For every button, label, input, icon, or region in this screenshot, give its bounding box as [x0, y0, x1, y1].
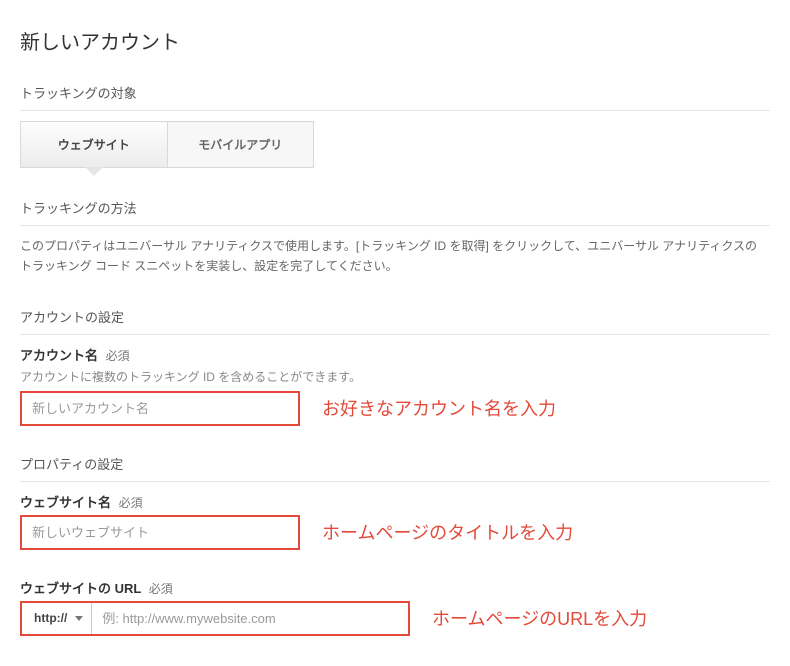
chevron-down-icon [75, 616, 83, 621]
website-url-annotation: ホームページのURLを入力 [432, 605, 647, 631]
tab-mobile-app[interactable]: モバイルアプリ [168, 122, 314, 167]
account-name-required: 必須 [106, 349, 130, 363]
website-name-label: ウェブサイト名 必須 [20, 492, 770, 511]
account-settings-label: アカウントの設定 [20, 307, 770, 335]
website-url-input[interactable] [92, 603, 408, 634]
website-url-field: ウェブサイトの URL 必須 http:// ホームページのURLを入力 [20, 578, 770, 636]
website-name-input[interactable] [22, 517, 298, 548]
account-name-input-highlight [20, 391, 300, 426]
account-name-label-text: アカウント名 [20, 348, 98, 363]
account-name-annotation: お好きなアカウント名を入力 [322, 395, 556, 421]
tracking-method-description: このプロパティはユニバーサル アナリティクスで使用します。[トラッキング ID … [20, 236, 760, 277]
tab-website[interactable]: ウェブサイト [21, 122, 168, 167]
website-name-input-highlight [20, 515, 300, 550]
account-name-label: アカウント名 必須 [20, 345, 770, 364]
tracking-target-label: トラッキングの対象 [20, 83, 770, 111]
account-name-field: アカウント名 必須 アカウントに複数のトラッキング ID を含めることができます… [20, 345, 770, 426]
website-name-required: 必須 [119, 496, 143, 510]
website-url-label-text: ウェブサイトの URL [20, 581, 141, 596]
website-name-label-text: ウェブサイト名 [20, 495, 111, 510]
website-url-input-highlight: http:// [20, 601, 410, 636]
property-settings-label: プロパティの設定 [20, 454, 770, 482]
url-scheme-value: http:// [34, 611, 67, 625]
tracking-target-tabs: ウェブサイト モバイルアプリ [20, 121, 314, 168]
website-name-annotation: ホームページのタイトルを入力 [322, 519, 573, 545]
page-title: 新しいアカウント [20, 26, 770, 55]
url-scheme-dropdown[interactable]: http:// [22, 603, 92, 634]
website-url-label: ウェブサイトの URL 必須 [20, 578, 770, 597]
account-name-input[interactable] [22, 393, 298, 424]
website-name-field: ウェブサイト名 必須 ホームページのタイトルを入力 [20, 492, 770, 550]
tracking-method-label: トラッキングの方法 [20, 198, 770, 226]
account-name-help: アカウントに複数のトラッキング ID を含めることができます。 [20, 368, 770, 385]
website-url-required: 必須 [149, 582, 173, 596]
